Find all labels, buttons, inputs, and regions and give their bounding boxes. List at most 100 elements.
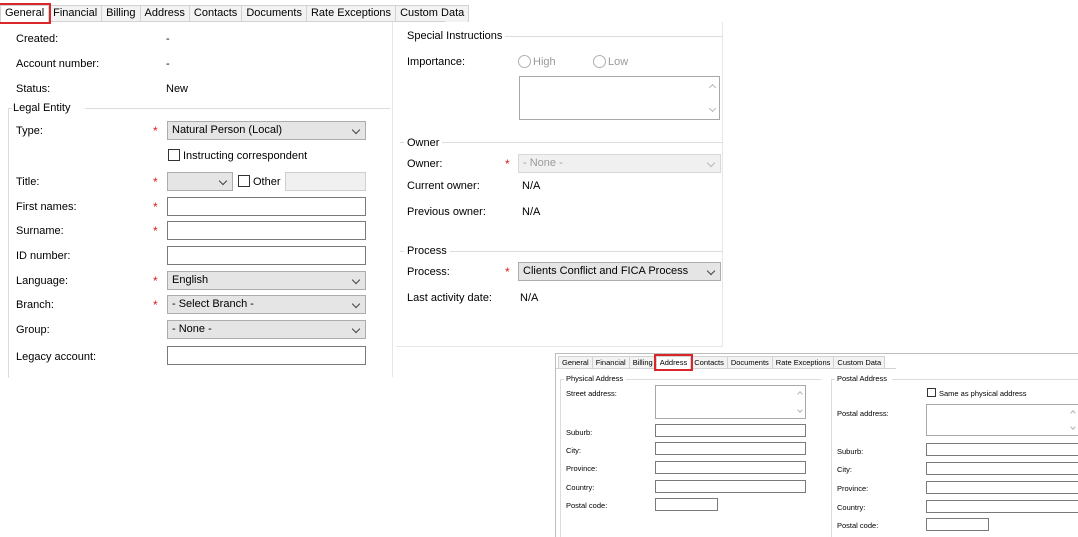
- legal-entity-border-left: [8, 108, 9, 378]
- previous-owner-value: N/A: [522, 206, 541, 218]
- language-select-value: English: [172, 274, 209, 286]
- postal-border: [892, 379, 1078, 380]
- instructing-correspondent-label: Instructing correspondent: [183, 150, 308, 162]
- postal-province-input[interactable]: [926, 481, 1078, 494]
- country-input[interactable]: [655, 480, 806, 493]
- legal-entity-border-top-left: [8, 108, 12, 109]
- chevron-down-icon: [218, 176, 228, 186]
- previous-owner-label: Previous owner:: [407, 206, 486, 218]
- scroll-down-icon[interactable]: [1070, 424, 1076, 430]
- chevron-down-icon: [706, 158, 716, 168]
- postal-country-label: Country:: [837, 503, 866, 512]
- required-marker: *: [153, 200, 158, 214]
- language-label: Language:: [16, 275, 68, 287]
- city-label: City:: [566, 446, 581, 455]
- chevron-down-icon: [351, 275, 361, 285]
- postal-border-vertical: [831, 379, 832, 537]
- last-activity-value: N/A: [520, 292, 539, 304]
- inset-tab-border: [556, 368, 896, 369]
- legal-entity-title: Legal Entity: [13, 102, 74, 114]
- first-names-input[interactable]: [167, 197, 366, 216]
- status-label: Status:: [16, 83, 51, 95]
- importance-low-radio[interactable]: [593, 55, 606, 68]
- tab-custom-data[interactable]: Custom Data: [395, 5, 470, 22]
- importance-high-label: High: [533, 56, 556, 68]
- panel-divider: [392, 22, 393, 377]
- postal-province-label: Province:: [837, 484, 869, 493]
- branch-select[interactable]: - Select Branch -: [167, 295, 366, 314]
- scroll-up-icon[interactable]: [1070, 410, 1076, 416]
- tab-financial[interactable]: Financial: [48, 5, 103, 22]
- tab-general[interactable]: General: [0, 3, 52, 24]
- other-label: Other: [253, 176, 281, 188]
- postal-postal-code-input[interactable]: [926, 518, 989, 531]
- scroll-down-icon[interactable]: [797, 407, 803, 413]
- tab-rate-exceptions[interactable]: Rate Exceptions: [305, 5, 397, 22]
- main-tab-strip: General Financial Billing Address Contac…: [0, 3, 470, 24]
- owner-border: [442, 142, 723, 143]
- importance-low-label: Low: [608, 56, 629, 68]
- panel-bottom-border: [396, 346, 723, 347]
- chevron-down-icon: [351, 299, 361, 309]
- group-select[interactable]: - None -: [167, 320, 366, 339]
- surname-label: Surname:: [16, 225, 64, 237]
- postal-address-title: Postal Address: [837, 374, 888, 383]
- inset-tab-address[interactable]: Address: [653, 354, 694, 371]
- required-marker: *: [153, 175, 158, 189]
- tab-address[interactable]: Address: [139, 5, 190, 22]
- physical-border: [626, 379, 821, 380]
- special-instructions-border: [498, 36, 723, 37]
- type-select[interactable]: Natural Person (Local): [167, 121, 366, 140]
- process-label: Process:: [407, 266, 450, 278]
- special-instructions-textarea[interactable]: [519, 76, 720, 120]
- city-input[interactable]: [655, 442, 806, 455]
- postal-suburb-input[interactable]: [926, 443, 1078, 456]
- postal-country-input[interactable]: [926, 500, 1078, 513]
- id-number-input[interactable]: [167, 246, 366, 265]
- scroll-up-icon[interactable]: [708, 83, 717, 92]
- surname-input[interactable]: [167, 221, 366, 240]
- suburb-input[interactable]: [655, 424, 806, 437]
- required-marker: *: [505, 265, 510, 279]
- language-select[interactable]: English: [167, 271, 366, 290]
- title-select[interactable]: [167, 172, 233, 191]
- special-instructions-title: Special Instructions: [407, 30, 506, 42]
- created-label: Created:: [16, 33, 59, 45]
- required-marker: *: [153, 274, 158, 288]
- same-as-physical-checkbox[interactable]: [927, 388, 936, 397]
- postal-code-label: Postal code:: [566, 501, 608, 510]
- owner-title: Owner: [407, 137, 443, 149]
- instructing-correspondent-checkbox[interactable]: [168, 149, 180, 161]
- tab-contacts[interactable]: Contacts: [188, 5, 243, 22]
- suburb-label: Suburb:: [566, 428, 593, 437]
- tab-billing[interactable]: Billing: [101, 5, 141, 22]
- legacy-account-input[interactable]: [167, 346, 366, 365]
- postal-city-input[interactable]: [926, 462, 1078, 475]
- postal-suburb-label: Suburb:: [837, 447, 864, 456]
- other-title-input[interactable]: [285, 172, 366, 191]
- owner-select[interactable]: - None -: [518, 154, 721, 173]
- other-checkbox[interactable]: [238, 175, 250, 187]
- type-label: Type:: [16, 125, 43, 137]
- street-address-textarea[interactable]: [655, 385, 806, 419]
- group-select-value: - None -: [172, 323, 212, 335]
- scroll-up-icon[interactable]: [797, 391, 803, 397]
- province-input[interactable]: [655, 461, 806, 474]
- first-names-label: First names:: [16, 201, 77, 213]
- chevron-down-icon: [706, 266, 716, 276]
- title-label: Title:: [16, 176, 40, 188]
- postal-code-input[interactable]: [655, 498, 718, 511]
- scroll-down-icon[interactable]: [708, 104, 717, 113]
- type-select-value: Natural Person (Local): [172, 124, 283, 136]
- owner-border-left: [400, 142, 404, 143]
- physical-border-vertical: [560, 379, 561, 537]
- chevron-down-icon: [351, 125, 361, 135]
- last-activity-label: Last activity date:: [407, 292, 492, 304]
- postal-address-textarea[interactable]: [926, 404, 1078, 436]
- tab-strip-border: [0, 21, 445, 22]
- importance-high-radio[interactable]: [518, 55, 531, 68]
- process-border-left: [400, 251, 404, 252]
- tab-documents[interactable]: Documents: [241, 5, 307, 22]
- legal-entity-border-top: [85, 108, 390, 109]
- process-select[interactable]: Clients Conflict and FICA Process: [518, 262, 721, 281]
